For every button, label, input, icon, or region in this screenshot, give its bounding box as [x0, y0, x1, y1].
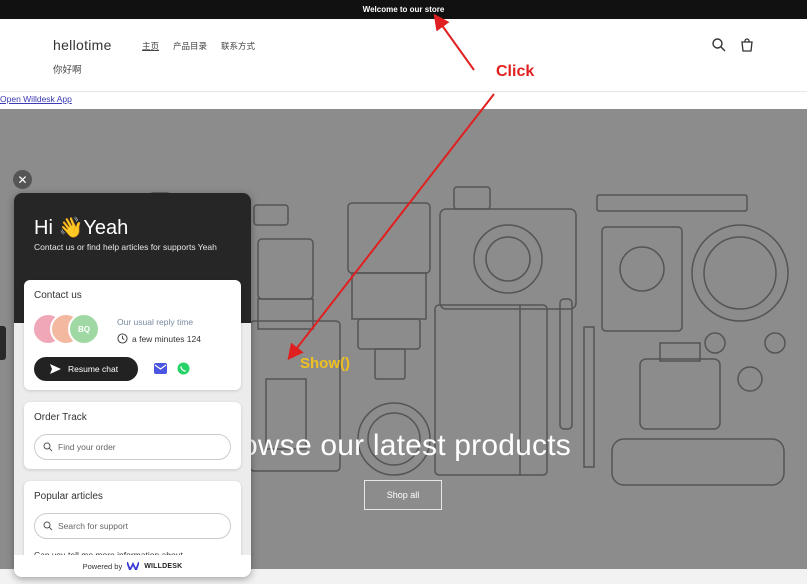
order-search-placeholder: Find your order — [58, 442, 116, 452]
contact-title: Contact us — [34, 290, 82, 301]
email-icon[interactable] — [154, 363, 167, 374]
order-track-card: Order Track Find your order — [24, 402, 241, 469]
willdesk-logo-icon — [127, 562, 140, 570]
support-search-input[interactable]: Search for support — [34, 513, 231, 539]
resume-chat-label: Resume chat — [68, 364, 119, 374]
popular-articles-title: Popular articles — [34, 491, 103, 502]
store-logo[interactable]: hellotime — [53, 37, 112, 53]
send-icon — [50, 364, 61, 374]
open-willdesk-link[interactable]: Open Willdesk App — [0, 94, 72, 104]
click-annotation: Click — [496, 63, 535, 80]
powered-by-label: Powered by — [82, 561, 123, 571]
side-drag-tab[interactable] — [0, 326, 6, 360]
widget-greeting: Hi 👋Yeah — [34, 217, 129, 239]
store-page: Welcome to our store hellotime 你好啊 主页 产品… — [0, 0, 807, 584]
cart-icon[interactable] — [739, 37, 755, 53]
nav-item-home[interactable]: 主页 — [142, 40, 159, 52]
contact-card: Contact us BQ Our usual reply time a few… — [24, 280, 241, 390]
support-search-placeholder: Search for support — [58, 521, 128, 531]
hero-heading: owse our latest products — [241, 429, 571, 462]
agent-avatar: BQ — [68, 313, 100, 345]
store-subtitle: 你好啊 — [53, 65, 82, 76]
order-search-input[interactable]: Find your order — [34, 434, 231, 460]
nav-item-catalog[interactable]: 产品目录 — [173, 40, 207, 52]
reply-time-value: a few minutes 124 — [132, 334, 201, 344]
show-annotation: Show() — [300, 355, 350, 372]
main-nav: 主页 产品目录 联系方式 — [142, 40, 255, 52]
clock-icon — [117, 333, 128, 344]
nav-item-contact[interactable]: 联系方式 — [221, 40, 255, 52]
order-track-title: Order Track — [34, 412, 87, 423]
willdesk-brand: WILLDESK — [144, 562, 183, 570]
widget-description: Contact us or find help articles for sup… — [34, 242, 217, 252]
shop-all-button[interactable]: Shop all — [364, 480, 442, 510]
powered-by-footer: Powered by WILLDESK — [14, 555, 251, 577]
close-widget-button[interactable]: ✕ — [13, 170, 32, 189]
search-icon — [43, 521, 53, 531]
help-widget: Hi 👋Yeah Contact us or find help article… — [14, 193, 251, 577]
reply-time-label: Our usual reply time — [117, 317, 194, 327]
site-header: hellotime 你好啊 主页 产品目录 联系方式 — [0, 19, 807, 92]
announcement-bar: Welcome to our store — [0, 0, 807, 19]
whatsapp-icon[interactable] — [177, 362, 190, 375]
search-icon[interactable] — [711, 37, 727, 53]
resume-chat-button[interactable]: Resume chat — [34, 357, 138, 381]
search-icon — [43, 442, 53, 452]
